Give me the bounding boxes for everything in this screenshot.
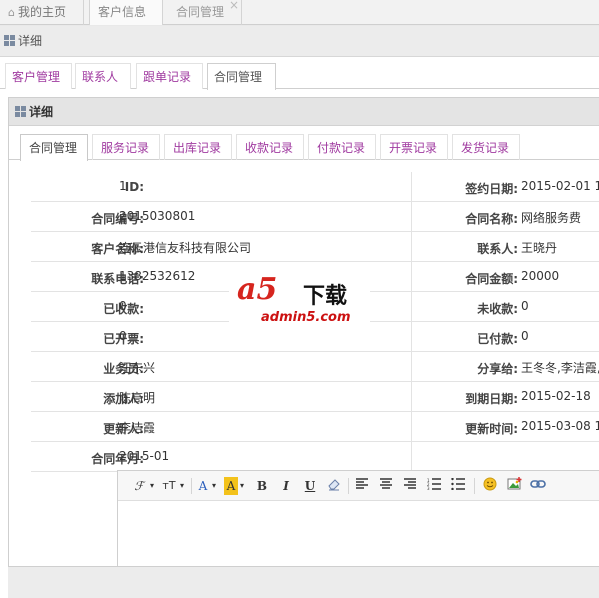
field-value: 2015030801 xyxy=(119,209,196,223)
font-family-button[interactable]: ℱ xyxy=(128,477,150,495)
field-label: 分享给: xyxy=(477,362,518,376)
outer-panel-header: 详细 xyxy=(0,26,599,57)
tab-contacts[interactable]: 联系人 xyxy=(75,63,131,89)
tab-follow-up-records[interactable]: 跟单记录 xyxy=(136,63,203,89)
tab-payment-records[interactable]: 付款记录 xyxy=(308,134,376,160)
inner-panel-header: 详细 xyxy=(9,98,599,126)
panel-footer xyxy=(8,566,599,598)
tab-receipt-records[interactable]: 收款记录 xyxy=(236,134,304,160)
field-value: 20000 xyxy=(521,269,560,283)
form-row: 合同编号: 2015030801 合同名称: 网络服务费 xyxy=(31,202,599,232)
outer-tab-bar: 客户管理 联系人 跟单记录 合同管理 xyxy=(0,59,599,90)
field-value: 0 xyxy=(119,329,127,343)
field-value: 陈高明 xyxy=(119,391,156,405)
tab-contract-management[interactable]: 合同管理 × xyxy=(168,0,242,25)
background-color-button[interactable]: A xyxy=(224,477,238,495)
watermark-logo: a5 下载 admin5.com xyxy=(229,268,370,329)
inner-panel-title: 详细 xyxy=(29,105,54,119)
tab-customer-info-label: 客户信息 xyxy=(98,5,147,19)
field-label: 合同金额: xyxy=(465,272,518,286)
tab-home[interactable]: ⌂ 我的主页 xyxy=(0,0,84,25)
font-color-button[interactable]: A xyxy=(196,477,210,495)
field-value: 0 xyxy=(521,329,529,343)
tab-home-label: 我的主页 xyxy=(17,5,66,19)
tab-outbound-records[interactable]: 出库记录 xyxy=(164,134,232,160)
field-label: 已付款: xyxy=(477,332,518,346)
align-right-icon[interactable] xyxy=(402,477,418,495)
watermark-a5-logo: a5 xyxy=(237,272,278,307)
field-label: 未收款: xyxy=(477,302,518,316)
field-label: 合同名称: xyxy=(465,212,518,226)
numbered-list-icon[interactable]: 123 xyxy=(426,477,442,495)
inner-tab-bar: 合同管理 服务记录 出库记录 收款记录 付款记录 开票记录 发货记录 xyxy=(9,134,599,161)
tab-service-records[interactable]: 服务记录 xyxy=(92,134,160,160)
form-row: 业务员:汪东兴分享给:王冬冬,李洁霞,陈高明 xyxy=(31,352,599,382)
form-row: 更新人:李洁霞更新时间:2015-03-08 10:22 xyxy=(31,412,599,442)
field-value: 李洁霞 xyxy=(119,421,156,435)
field-label: 签约日期: xyxy=(465,182,518,196)
align-left-icon[interactable] xyxy=(354,477,370,495)
tab-contract[interactable]: 合同管理 xyxy=(20,134,88,161)
bullet-list-icon[interactable] xyxy=(450,477,466,495)
field-value: 0 xyxy=(521,299,529,313)
form-row: 添加人: 陈高明 到期日期: 2015-02-18 xyxy=(31,382,599,412)
rich-text-editor[interactable]: ℱ ▾ тT ▾ A ▾ A ▾ B I U 123 xyxy=(117,470,599,568)
form-row: 客户名称: 连云港信友科技有限公司 联系人: 王晓丹 xyxy=(31,232,599,262)
field-value: 2015-01 xyxy=(119,449,170,463)
chevron-down-icon: ▾ xyxy=(179,481,184,490)
close-icon[interactable]: × xyxy=(229,0,239,18)
emoticon-icon[interactable] xyxy=(482,477,498,495)
watermark-text: 下载 xyxy=(303,284,348,309)
chevron-down-icon: ▾ xyxy=(239,481,244,490)
editor-toolbar: ℱ ▾ тT ▾ A ▾ A ▾ B I U 123 xyxy=(118,471,599,501)
link-icon[interactable] xyxy=(530,477,546,495)
tab-contract-management-label: 合同管理 xyxy=(176,5,225,19)
tab-customer-info[interactable]: 客户信息 xyxy=(89,0,163,25)
field-value: 2015-03-08 10:22 xyxy=(521,419,599,433)
form-row: ID:1签约日期:2015-02-01 16:44 xyxy=(31,172,599,202)
watermark-url: admin5.com xyxy=(261,310,351,325)
align-center-icon[interactable] xyxy=(378,477,394,495)
underline-button[interactable]: U xyxy=(302,477,318,495)
field-label: 到期日期: xyxy=(465,392,518,406)
chevron-down-icon: ▾ xyxy=(149,481,154,490)
grid-icon xyxy=(15,106,26,117)
tab-customer-management[interactable]: 客户管理 xyxy=(5,63,72,89)
tab-invoice-records[interactable]: 开票记录 xyxy=(380,134,448,160)
tab-shipping-records[interactable]: 发货记录 xyxy=(452,134,520,160)
bold-button[interactable]: B xyxy=(254,477,270,495)
field-value: 1 xyxy=(119,179,127,193)
font-size-button[interactable]: тT xyxy=(158,477,180,495)
field-label: 联系人: xyxy=(477,242,518,256)
field-value: 王冬冬,李洁霞,陈高明 xyxy=(521,361,599,375)
field-value: 网络服务费 xyxy=(521,211,582,225)
field-value: 汪东兴 xyxy=(119,361,156,375)
italic-button[interactable]: I xyxy=(278,477,294,495)
field-value: 2015-02-01 16:44 xyxy=(521,179,599,193)
grid-icon xyxy=(4,35,15,46)
field-value: 连云港信友科技有限公司 xyxy=(119,241,252,255)
field-value: 2015-02-18 xyxy=(521,389,591,403)
insert-image-icon[interactable] xyxy=(506,477,522,495)
page-tab-bar: ⌂ 我的主页 客户信息 合同管理 × xyxy=(0,0,599,25)
tab-contract-management-active[interactable]: 合同管理 xyxy=(207,63,276,90)
svg-text:3: 3 xyxy=(427,486,430,490)
field-value: 王晓丹 xyxy=(521,241,558,255)
chevron-down-icon: ▾ xyxy=(211,481,216,490)
home-icon: ⌂ xyxy=(8,6,15,19)
eraser-icon[interactable] xyxy=(326,477,342,495)
outer-panel-title: 详细 xyxy=(18,34,43,48)
form-row: 合同年月: 2015-01 xyxy=(31,442,599,472)
field-label: 更新时间: xyxy=(465,422,518,436)
